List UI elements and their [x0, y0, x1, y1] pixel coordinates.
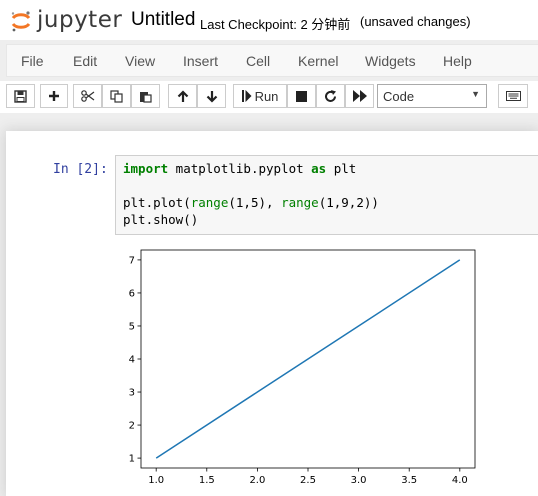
code-token: as [311, 161, 327, 176]
code-token: plt [326, 161, 357, 176]
code-line: import matplotlib.pyplot as plt [123, 161, 356, 176]
input-prompt: In [2]: [53, 162, 108, 177]
menu-edit[interactable]: Edit [73, 53, 97, 69]
menu-cell[interactable]: Cell [246, 53, 270, 69]
logo-text: jupyter [37, 7, 123, 33]
restart-icon [325, 89, 336, 102]
menubar: File Edit View Insert Cell Kernel Widget… [6, 44, 538, 77]
menu-view[interactable]: View [125, 53, 155, 69]
code-token: import [123, 161, 169, 176]
stop-icon [296, 90, 307, 102]
insert-cell-button[interactable] [40, 84, 68, 108]
code-line: plt.show() [123, 212, 198, 227]
copy-icon [110, 89, 123, 103]
menu-widgets[interactable]: Widgets [365, 53, 416, 69]
menu-help[interactable]: Help [443, 53, 472, 69]
restart-run-all-button[interactable] [345, 84, 374, 108]
x-tick-label: 4.0 [452, 475, 468, 486]
notebook-name[interactable]: Untitled [131, 9, 195, 31]
y-tick-label: 2 [129, 421, 135, 432]
line-chart: 1.0 1.5 2.0 2.5 3.0 3.5 4.0 1 2 3 4 5 6 7 [129, 249, 476, 486]
code-cell-input[interactable]: import matplotlib.pyplot as plt plt.plot(… [115, 155, 538, 235]
autosave-status: (unsaved changes) [360, 14, 471, 29]
fast-forward-icon [352, 90, 367, 102]
cut-button[interactable] [73, 84, 102, 108]
code-token: range [281, 195, 319, 210]
code-token: (1,9,2)) [318, 195, 379, 210]
keyboard-icon [505, 91, 521, 101]
checkpoint-status: Last Checkpoint: 2 分钟前 [200, 17, 351, 32]
y-tick-label: 4 [129, 355, 135, 366]
header: jupyter Untitled Last Checkpoint: 2 分钟前 … [0, 0, 538, 40]
menu-kernel[interactable]: Kernel [298, 53, 338, 69]
jupyter-logo[interactable]: jupyter [8, 7, 128, 34]
copy-button[interactable] [102, 84, 131, 108]
toolbar: Run Code ▼ [0, 81, 538, 113]
plot-output: 1.0 1.5 2.0 2.5 3.0 3.5 4.0 1 2 3 4 5 6 7 [115, 244, 495, 494]
y-tick-label: 3 [129, 388, 135, 399]
code-token: plt.plot( [123, 195, 191, 210]
plus-icon [49, 91, 59, 101]
save-button[interactable] [6, 84, 35, 108]
y-tick-label: 7 [129, 255, 135, 266]
x-tick-label: 1.0 [148, 475, 164, 486]
code-line: plt.plot(range(1,5), range(1,9,2)) [123, 195, 379, 210]
arrow-up-icon [177, 89, 188, 102]
save-icon [14, 89, 27, 103]
x-tick-label: 3.5 [401, 475, 417, 486]
move-down-button[interactable] [197, 84, 226, 108]
jupyter-logo-icon [11, 11, 31, 32]
paste-icon [140, 91, 152, 103]
cell-type-value: Code [383, 89, 415, 104]
paste-button[interactable] [131, 84, 160, 108]
x-tick-label: 2.5 [300, 475, 316, 486]
menu-file[interactable]: File [21, 53, 44, 69]
move-up-button[interactable] [168, 84, 197, 108]
x-tick-label: 1.5 [199, 475, 215, 486]
menu-insert[interactable]: Insert [183, 53, 218, 69]
step-run-icon [241, 90, 252, 102]
x-tick-label: 3.0 [351, 475, 367, 486]
y-tick-label: 6 [129, 288, 135, 299]
y-tick-label: 1 [129, 454, 135, 465]
cut-icon [80, 90, 94, 102]
code-token: plt.show() [123, 212, 199, 227]
x-tick-label: 2.0 [249, 475, 265, 486]
arrow-down-icon [206, 90, 217, 103]
cell-type-select[interactable]: Code ▼ [377, 84, 487, 108]
code-token: (1,5), [228, 195, 282, 210]
code-token: range [190, 195, 229, 210]
run-label: Run [254, 88, 279, 104]
restart-button[interactable] [316, 84, 345, 108]
y-tick-label: 5 [129, 321, 135, 332]
command-palette-button[interactable] [498, 84, 528, 108]
run-button[interactable]: Run [233, 84, 287, 108]
code-token: matplotlib.pyplot [168, 161, 312, 176]
interrupt-button[interactable] [287, 84, 316, 108]
chevron-down-icon: ▼ [471, 89, 480, 99]
